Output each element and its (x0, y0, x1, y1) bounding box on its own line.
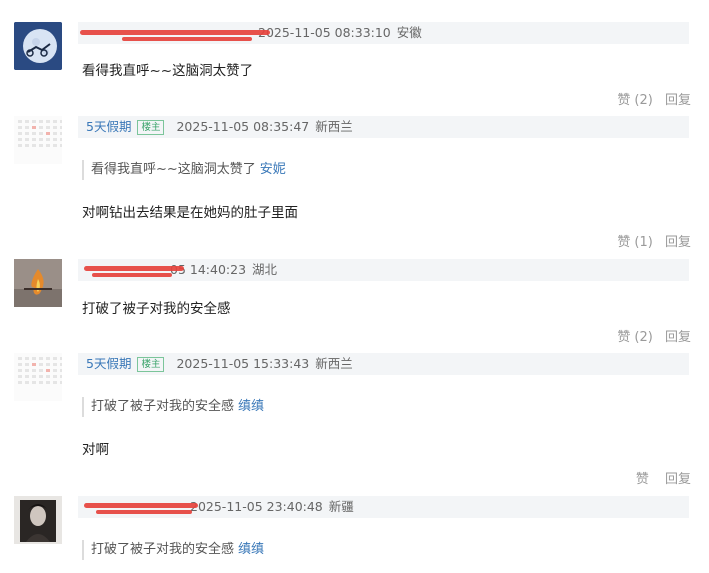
calendar-avatar-icon (14, 116, 62, 151)
comment-text: 打破了被子对我的安全感 (82, 301, 231, 317)
portrait-avatar-icon (14, 496, 62, 544)
like-label: 赞 (635, 472, 649, 487)
like-count: (1) (634, 235, 653, 250)
comment-actions: 赞 回复 (628, 468, 691, 487)
comment-actions: 赞 (1) 回复 (609, 231, 691, 250)
timestamp: 2025-11-05 08:33:10 (258, 25, 391, 40)
user-avatar[interactable] (14, 116, 62, 164)
redaction-mark (84, 266, 184, 271)
region: 安徽 (396, 25, 422, 40)
comment-text: 对啊钻出去结果是在她妈的肚子里面 (82, 205, 298, 221)
user-avatar[interactable] (14, 22, 62, 70)
like-count: (2) (634, 330, 653, 345)
flame-avatar-icon (14, 259, 62, 307)
user-avatar[interactable] (14, 353, 62, 401)
quote-text: 打破了被子对我的安全感 (91, 542, 235, 557)
moon-bicycle-avatar-icon (14, 22, 62, 70)
comment-actions: 赞 (2) 回复 (609, 326, 691, 345)
reply-button[interactable]: 回复 (665, 330, 691, 345)
author-badge: 楼主 (137, 120, 165, 135)
region: 湖北 (252, 262, 278, 277)
user-avatar[interactable] (14, 259, 62, 307)
quote-author[interactable]: 安妮 (260, 162, 286, 177)
like-label: 赞 (617, 330, 631, 345)
quoted-comment: 打破了被子对我的安全感 缜缜 (82, 397, 264, 417)
like-button[interactable]: 赞 (2) (617, 93, 652, 108)
quote-text: 打破了被子对我的安全感 (91, 399, 235, 414)
like-button[interactable]: 赞 (2) (617, 330, 652, 345)
comment-meta: 5天假期 楼主 2025-11-05 15:33:43 新西兰 (86, 353, 353, 375)
quote-text: 看得我直呼~~这脑洞太赞了 (91, 162, 256, 177)
author-badge: 楼主 (137, 357, 165, 372)
comment-text: 看得我直呼~~这脑洞太赞了 (82, 63, 254, 79)
redaction-mark (80, 30, 270, 35)
like-label: 赞 (617, 235, 631, 250)
timestamp: 2025-11-05 23:40:48 (190, 499, 323, 514)
region: 新西兰 (315, 119, 353, 134)
quoted-comment: 看得我直呼~~这脑洞太赞了 安妮 (82, 160, 286, 180)
timestamp: 2025-11-05 15:33:43 (176, 356, 310, 371)
redaction-mark (84, 503, 198, 508)
timestamp: 2025-11-05 08:35:47 (176, 119, 310, 134)
reply-button[interactable]: 回复 (665, 472, 691, 487)
quote-author[interactable]: 缜缜 (238, 399, 264, 414)
quoted-comment: 打破了被子对我的安全感 缜缜 (82, 540, 264, 560)
calendar-avatar-icon (14, 353, 62, 388)
reply-button[interactable]: 回复 (665, 93, 691, 108)
username[interactable]: 5天假期 (86, 119, 131, 134)
like-button[interactable]: 赞 (1) (617, 235, 652, 250)
comment-text: 对啊 (82, 442, 109, 458)
comment-meta: 5天假期 楼主 2025-11-05 08:35:47 新西兰 (86, 116, 353, 138)
user-avatar[interactable] (14, 496, 62, 544)
quote-author[interactable]: 缜缜 (238, 542, 264, 557)
redaction-mark (122, 37, 252, 41)
like-count: (2) (634, 93, 653, 108)
region: 新西兰 (315, 356, 353, 371)
comment-actions: 赞 (2) 回复 (609, 89, 691, 108)
region: 新疆 (328, 499, 354, 514)
like-button[interactable]: 赞 (636, 472, 653, 487)
username[interactable]: 5天假期 (86, 356, 131, 371)
like-label: 赞 (617, 93, 631, 108)
redaction-mark (92, 273, 172, 277)
redaction-mark (96, 510, 192, 514)
reply-button[interactable]: 回复 (665, 235, 691, 250)
